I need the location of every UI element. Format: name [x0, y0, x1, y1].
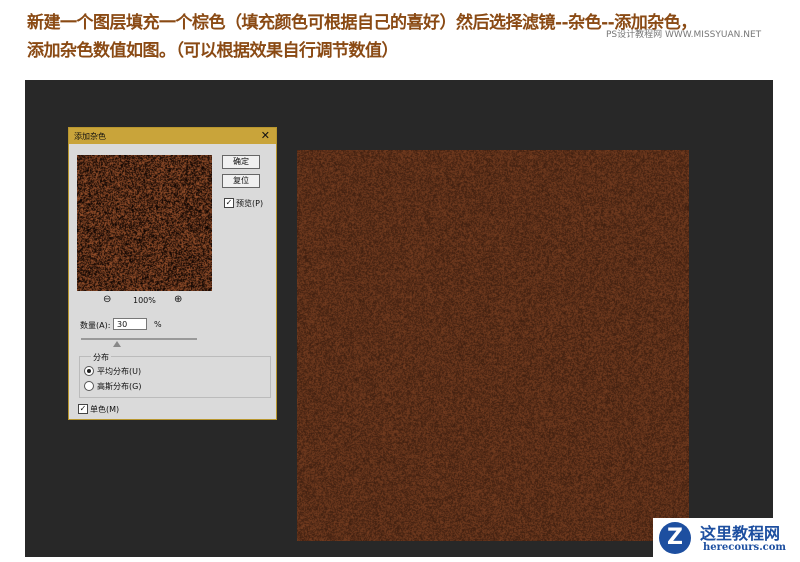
add-noise-dialog: 添加杂色 ✕ 确定 复位 ✓ 预览(P) ⊖ 100% ⊕ 数量(A): 30 …	[68, 127, 277, 420]
reset-button[interactable]: 复位	[222, 174, 260, 188]
amount-slider-thumb[interactable]	[113, 341, 121, 347]
dialog-title: 添加杂色	[74, 131, 106, 142]
monochromatic-checkbox[interactable]: ✓	[78, 404, 88, 414]
preview-image[interactable]	[77, 155, 212, 291]
gaussian-label: 高斯分布(G)	[97, 381, 141, 392]
amount-unit: %	[154, 320, 162, 329]
uniform-radio[interactable]	[84, 366, 94, 376]
dialog-titlebar[interactable]: 添加杂色 ✕	[69, 128, 276, 144]
logo-url: herecours.com	[703, 542, 786, 553]
zoom-out-icon[interactable]: ⊖	[103, 294, 111, 305]
ok-button[interactable]: 确定	[222, 155, 260, 169]
preview-label: 预览(P)	[236, 198, 263, 209]
gaussian-radio[interactable]	[84, 381, 94, 391]
watermark: PS设计教程网 WWW.MISSYUAN.NET	[606, 27, 761, 40]
amount-input[interactable]: 30	[113, 318, 147, 330]
distribution-label: 分布	[91, 352, 111, 363]
uniform-label: 平均分布(U)	[97, 366, 141, 377]
logo-icon: Z	[659, 522, 691, 554]
amount-slider[interactable]	[81, 338, 197, 340]
document-canvas	[297, 150, 689, 541]
preview-checkbox[interactable]: ✓	[224, 198, 234, 208]
close-icon[interactable]: ✕	[261, 129, 270, 142]
site-logo: Z 这里教程网 herecours.com	[653, 518, 798, 560]
zoom-level: 100%	[133, 296, 156, 305]
monochromatic-label: 单色(M)	[90, 404, 119, 415]
caption-line-1: 新建一个图层填充一个棕色（填充颜色可根据自己的喜好）然后选择滤镜--杂色--添加…	[27, 8, 697, 33]
caption-line-2: 添加杂色数值如图。（可以根据效果自行调节数值）	[27, 36, 398, 61]
amount-label: 数量(A):	[80, 320, 110, 331]
zoom-in-icon[interactable]: ⊕	[174, 294, 182, 305]
logo-name: 这里教程网	[700, 520, 780, 544]
